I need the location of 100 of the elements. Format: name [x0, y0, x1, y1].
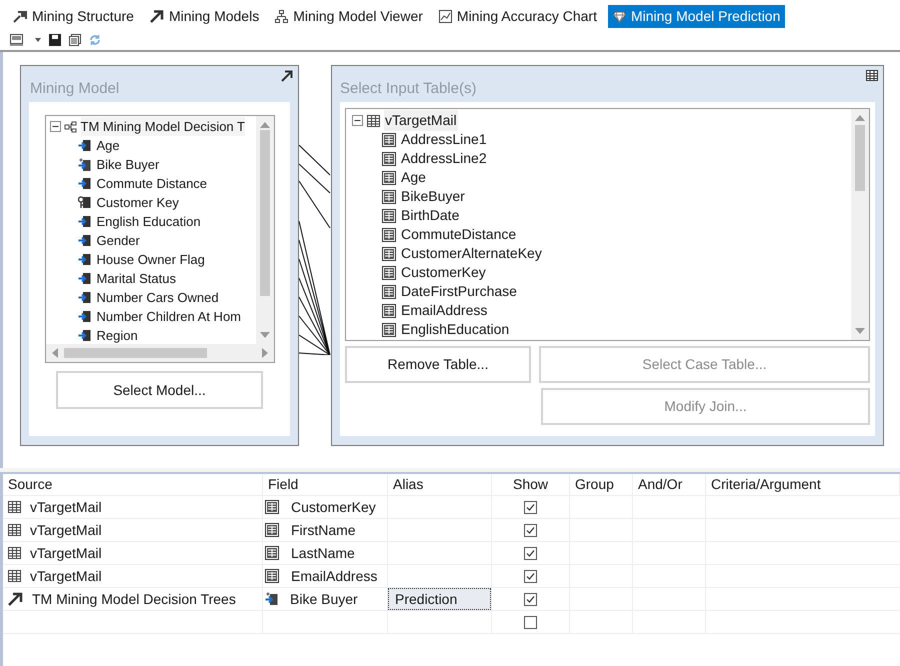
column-header[interactable]: Alias — [388, 474, 492, 495]
panel-title: Select Input Table(s) — [340, 78, 476, 98]
table-icon — [8, 501, 21, 513]
column-icon — [382, 266, 396, 280]
vertical-scrollbar[interactable] — [256, 116, 274, 344]
tree-item[interactable]: Age — [352, 168, 851, 187]
tree-item[interactable]: Region — [50, 326, 256, 344]
column-header[interactable]: Show — [492, 474, 570, 495]
column-icon — [382, 284, 396, 298]
tree-item[interactable]: Number Children At Hom — [50, 307, 256, 326]
diamond-icon — [612, 10, 626, 22]
column-header[interactable]: Group — [570, 474, 633, 495]
hierarchy-icon — [275, 10, 288, 23]
scroll-thumb[interactable] — [855, 125, 865, 191]
table-cell-text: EmailAddress — [291, 566, 378, 586]
vertical-scrollbar[interactable] — [851, 109, 869, 340]
tree-item[interactable]: Bike Buyer — [50, 155, 256, 174]
designer-tab[interactable]: Mining Model Prediction — [608, 5, 786, 28]
scroll-down-icon[interactable] — [855, 328, 865, 334]
tree-item[interactable]: EmailAddress — [352, 301, 851, 320]
table-cell-text: TM Mining Model Decision Trees — [32, 590, 236, 609]
input-column-icon — [78, 329, 90, 342]
tree-item[interactable]: CustomerKey — [352, 263, 851, 282]
column-header[interactable]: Source — [3, 474, 263, 495]
input-column-icon — [78, 139, 90, 152]
tree-item[interactable]: AddressLine2 — [352, 149, 851, 168]
designer-tab[interactable]: Mining Structure — [8, 5, 139, 28]
table-cell-text: vTargetMail — [30, 566, 102, 586]
tree-item[interactable]: Commute Distance — [50, 174, 256, 193]
windows-icon[interactable] — [69, 34, 81, 46]
show-checkbox[interactable] — [524, 592, 537, 606]
scroll-up-icon[interactable] — [260, 122, 270, 128]
table-cell-text: vTargetMail — [30, 520, 102, 540]
save-icon[interactable] — [49, 34, 61, 46]
tree-item[interactable]: AddressLine1 — [352, 130, 851, 149]
column-icon — [382, 246, 396, 260]
column-header[interactable]: Field — [263, 474, 388, 495]
column-icon — [265, 546, 279, 560]
tree-item[interactable]: House Owner Flag — [50, 250, 256, 269]
column-header[interactable]: Criteria/Argument — [706, 474, 900, 495]
input-column-icon — [78, 272, 90, 285]
table-cell-text: CustomerKey — [291, 498, 376, 517]
tree-item[interactable]: Customer Key — [50, 193, 256, 212]
table-cell-text: FirstName — [291, 520, 356, 540]
column-icon — [265, 523, 279, 537]
table-cell-text: vTargetMail — [30, 544, 102, 563]
tree-item[interactable]: CustomerAlternateKey — [352, 244, 851, 263]
table-icon — [8, 524, 21, 536]
tree-item[interactable]: CommuteDistance — [352, 225, 851, 244]
input-column-icon — [78, 215, 90, 228]
table-icon — [8, 547, 21, 559]
tree-item[interactable]: BirthDate — [352, 206, 851, 225]
show-checkbox[interactable] — [524, 546, 537, 560]
tree-item[interactable]: English Education — [50, 212, 256, 231]
show-checkbox[interactable] — [524, 500, 537, 514]
tree-item[interactable]: Gender — [50, 231, 256, 250]
structure-icon — [13, 10, 27, 23]
tree-node-label[interactable]: TM Mining Model Decision T — [80, 116, 245, 136]
show-checkbox[interactable] — [524, 524, 537, 536]
tree-item[interactable]: Age — [50, 136, 256, 155]
refresh-icon[interactable] — [89, 34, 101, 46]
column-icon — [382, 228, 396, 242]
input-column-icon — [78, 253, 90, 266]
tree-item[interactable]: Number Cars Owned — [50, 288, 256, 307]
collapse-icon[interactable] — [352, 115, 363, 126]
table-cell-text: vTargetMail — [30, 498, 102, 517]
scroll-thumb[interactable] — [260, 130, 270, 296]
designer-tab[interactable]: Mining Accuracy Chart — [434, 5, 602, 28]
tree-node-label[interactable]: vTargetMail — [384, 110, 458, 131]
tree-item[interactable]: BikeBuyer — [352, 187, 851, 206]
column-icon — [382, 208, 396, 222]
scroll-down-icon[interactable] — [260, 332, 270, 338]
dialog-button[interactable]: Select Model... — [56, 371, 263, 409]
key-column-icon — [78, 196, 90, 209]
designer-tab[interactable]: Mining Models — [144, 5, 264, 28]
dialog-button[interactable]: Remove Table... — [345, 346, 531, 383]
designer-tab[interactable]: Mining Model Viewer — [270, 5, 428, 28]
column-icon — [265, 569, 279, 583]
table-icon — [866, 70, 878, 81]
alias-cell[interactable]: Prediction — [388, 588, 491, 610]
dropdown-icon[interactable] — [35, 38, 41, 42]
show-checkbox[interactable] — [524, 616, 537, 628]
scroll-thumb[interactable] — [64, 348, 206, 358]
show-checkbox[interactable] — [524, 570, 537, 582]
tree-item[interactable]: EnglishEducation — [352, 320, 851, 339]
column-icon — [382, 152, 396, 166]
input-column-icon — [78, 310, 90, 323]
layout-icon[interactable] — [10, 34, 23, 46]
input-column-icon — [78, 177, 90, 190]
collapse-icon[interactable] — [50, 121, 60, 132]
horizontal-scrollbar[interactable] — [46, 344, 274, 362]
predict-column-icon — [78, 158, 90, 172]
decision-tree-icon — [64, 120, 78, 132]
scroll-up-icon[interactable] — [855, 115, 865, 121]
column-header[interactable]: And/Or — [633, 474, 706, 495]
scroll-right-icon[interactable] — [262, 348, 268, 358]
input-column-icon — [78, 291, 90, 304]
tree-item[interactable]: Marital Status — [50, 269, 256, 288]
scroll-left-icon[interactable] — [52, 348, 58, 358]
tree-item[interactable]: DateFirstPurchase — [352, 282, 851, 301]
